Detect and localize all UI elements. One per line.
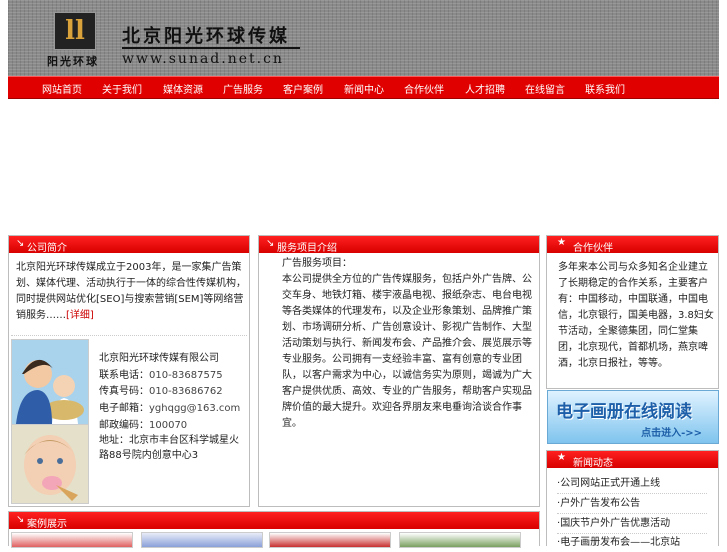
service-text: 广告服务项目： 本公司提供全方位的广告传媒服务，包括户外广告牌、公交车身、地铁灯…: [282, 256, 537, 432]
cases-panel: ↘ 案例展示: [8, 511, 540, 548]
news-title: 新闻动态: [573, 458, 613, 469]
news-item[interactable]: ·户外广告发布公告: [557, 494, 707, 514]
contact-zip: 邮政编码：100070: [99, 420, 188, 431]
star-icon: ★: [557, 452, 566, 463]
company-intro-body: 北京阳光环球传媒成立于2003年，是一家集广告策划、媒体代理、活动执行于一体的综…: [16, 262, 246, 321]
nav-item-home[interactable]: 网站首页: [42, 81, 82, 96]
cases-title: 案例展示: [27, 519, 67, 530]
nav-item-partners[interactable]: 合作伙伴: [404, 81, 444, 96]
news-panel: ★ 新闻动态 ·公司网站正式开通上线 ·户外广告发布公告 ·国庆节户外广告优惠活…: [546, 450, 719, 548]
site-header: ll 阳光环球 北京阳光环球传媒 www.sunad.net.cn: [8, 0, 719, 76]
service-header: ↘ 服务项目介绍: [259, 236, 539, 254]
family-photo: [11, 339, 89, 425]
star-icon: ★: [557, 237, 566, 248]
main-nav: 网站首页 关于我们 媒体资源 广告服务 客户案例 新闻中心 合作伙伴 人才招聘 …: [8, 76, 719, 99]
news-item[interactable]: ·国庆节户外广告优惠活动: [557, 514, 707, 534]
ebook-banner-title: 电子画册在线阅读: [556, 402, 692, 422]
company-intro-text: 北京阳光环球传媒成立于2003年，是一家集广告策划、媒体代理、活动执行于一体的综…: [16, 260, 248, 324]
brand-title: 北京阳光环球传媒: [122, 26, 290, 47]
service-title: 服务项目介绍: [277, 243, 337, 254]
company-intro-header: ↘ 公司简介: [9, 236, 249, 254]
case-thumbnail[interactable]: [269, 532, 391, 548]
contact-company: 北京阳光环球传媒有限公司: [99, 353, 219, 364]
nav-item-cases[interactable]: 客户案例: [283, 81, 323, 96]
nav-item-service[interactable]: 广告服务: [223, 81, 263, 96]
company-logo[interactable]: ll: [54, 12, 96, 50]
nav-item-news[interactable]: 新闻中心: [344, 81, 384, 96]
cases-header: ↘ 案例展示: [9, 512, 539, 530]
nav-item-contact[interactable]: 联系我们: [585, 81, 625, 96]
news-item[interactable]: ·电子画册发布会——北京站: [557, 533, 707, 552]
nav-item-jobs[interactable]: 人才招聘: [465, 81, 505, 96]
partners-body: 多年来本公司与众多知名企业建立了长期稳定的合作关系，主要客户有：中国移动，中国联…: [558, 262, 714, 369]
nav-item-media[interactable]: 媒体资源: [163, 81, 203, 96]
contact-email: 电子邮箱：yghqgg@163.com: [99, 403, 241, 414]
partners-header: ★ 合作伙伴: [547, 236, 718, 254]
brand-divider: [122, 47, 300, 49]
child-photo: [11, 424, 89, 504]
ebook-banner-enter: 点击进入->>: [641, 428, 702, 439]
ebook-banner[interactable]: 电子画册在线阅读 点击进入->>: [547, 390, 719, 444]
nav-item-about[interactable]: 关于我们: [102, 81, 142, 96]
news-item[interactable]: ·公司网站正式开通上线: [557, 474, 707, 494]
case-thumbnail[interactable]: [399, 532, 521, 548]
intro-divider: [11, 335, 247, 336]
service-body: 本公司提供全方位的广告传媒服务，包括户外广告牌、公交车身、地铁灯箱、楼宇液晶电视…: [282, 274, 532, 429]
contact-phone: 联系电话：010-83687575: [99, 370, 223, 381]
brand-url: www.sunad.net.cn: [122, 51, 284, 67]
intro-more-link[interactable]: [详细]: [66, 310, 94, 321]
news-header: ★ 新闻动态: [547, 451, 718, 469]
company-intro-title: 公司简介: [27, 243, 67, 254]
case-thumbnail[interactable]: [141, 532, 263, 548]
partners-title: 合作伙伴: [573, 243, 613, 254]
contact-address: 地址：北京市丰台区科学城星火路88号院内创意中心3: [99, 435, 239, 461]
logo-caption: 阳光环球: [47, 55, 99, 68]
arrow-corner-icon: ↘: [16, 238, 25, 249]
logo-mark: ll: [65, 16, 85, 46]
service-panel: ↘ 服务项目介绍 广告服务项目： 本公司提供全方位的广告传媒服务，包括户外广告牌…: [258, 235, 540, 507]
service-heading: 广告服务项目：: [282, 258, 352, 269]
contact-fax: 传真号码：010-83686762: [99, 386, 223, 397]
partners-panel: ★ 合作伙伴 多年来本公司与众多知名企业建立了长期稳定的合作关系，主要客户有：中…: [546, 235, 719, 389]
case-thumbnail[interactable]: [11, 532, 133, 548]
company-intro-panel: ↘ 公司简介 北京阳光环球传媒成立于2003年，是一家集广告策划、媒体代理、活动…: [8, 235, 250, 507]
arrow-corner-icon: ↘: [16, 514, 25, 525]
nav-item-message[interactable]: 在线留言: [525, 81, 565, 96]
arrow-corner-icon: ↘: [266, 238, 275, 249]
